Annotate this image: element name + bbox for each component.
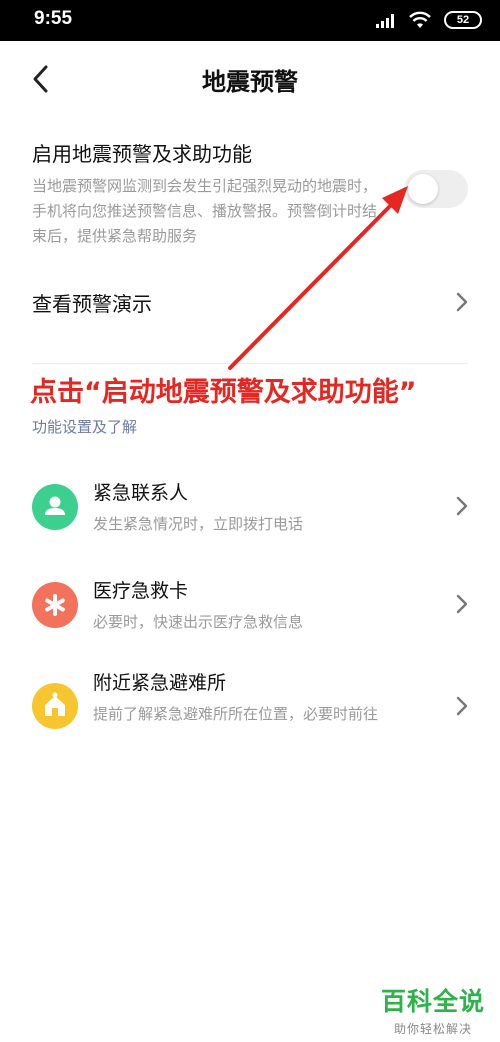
- divider: [32, 363, 468, 364]
- chevron-right-icon: [456, 496, 468, 516]
- feature-desc: 提前了解紧急避难所所在位置，必要时前往: [93, 705, 379, 723]
- feature-title: 医疗急救卡: [93, 580, 189, 602]
- status-icons: 52: [362, 10, 482, 32]
- chevron-right-icon: [456, 594, 468, 614]
- chevron-right-icon: [456, 696, 468, 716]
- status-bar: 9:55 52: [0, 0, 500, 41]
- signal-icon: [376, 14, 394, 28]
- earthquake-warning-toggle[interactable]: [404, 170, 468, 208]
- watermark-logo: 百科全说 助你轻松解决: [378, 982, 488, 1037]
- feature-nearby-shelter[interactable]: 附近紧急避难所 提前了解紧急避难所所在位置，必要时前往: [0, 668, 500, 768]
- feature-desc: 发生紧急情况时，立即拨打电话: [93, 515, 304, 533]
- contact-icon: [32, 484, 78, 530]
- battery-icon: 52: [444, 11, 482, 29]
- status-time: 9:55: [34, 8, 73, 29]
- medical-icon: [32, 582, 78, 628]
- feature-desc: 必要时，快速出示医疗急救信息: [93, 613, 304, 631]
- watermark-subtitle: 助你轻松解决: [393, 1022, 472, 1036]
- view-demo-label: 查看预警演示: [32, 292, 152, 316]
- enable-description: 当地震预警网监测到会发生引起强烈晃动的地震时，手机将向您推送预警信息、播放警报。…: [32, 177, 378, 245]
- shelter-icon: [32, 683, 78, 729]
- watermark-title: 百科全说: [380, 987, 485, 1016]
- feature-title: 附近紧急避难所: [93, 672, 227, 694]
- feature-medical-card[interactable]: 医疗急救卡 必要时，快速出示医疗急救信息: [0, 576, 500, 666]
- enable-title: 启用地震预警及求助功能: [32, 142, 252, 166]
- toggle-knob: [408, 174, 438, 204]
- wifi-icon: [409, 11, 431, 28]
- feature-title: 紧急联系人: [93, 482, 189, 504]
- view-demo-row[interactable]: 查看预警演示: [32, 286, 472, 318]
- annotation-text: 点击“启动地震预警及求助功能”: [30, 377, 417, 408]
- page-title: 地震预警: [202, 68, 298, 96]
- section-label: 功能设置及了解: [32, 418, 138, 436]
- feature-emergency-contact[interactable]: 紧急联系人 发生紧急情况时，立即拨打电话: [0, 470, 500, 560]
- chevron-right-icon: [456, 292, 468, 312]
